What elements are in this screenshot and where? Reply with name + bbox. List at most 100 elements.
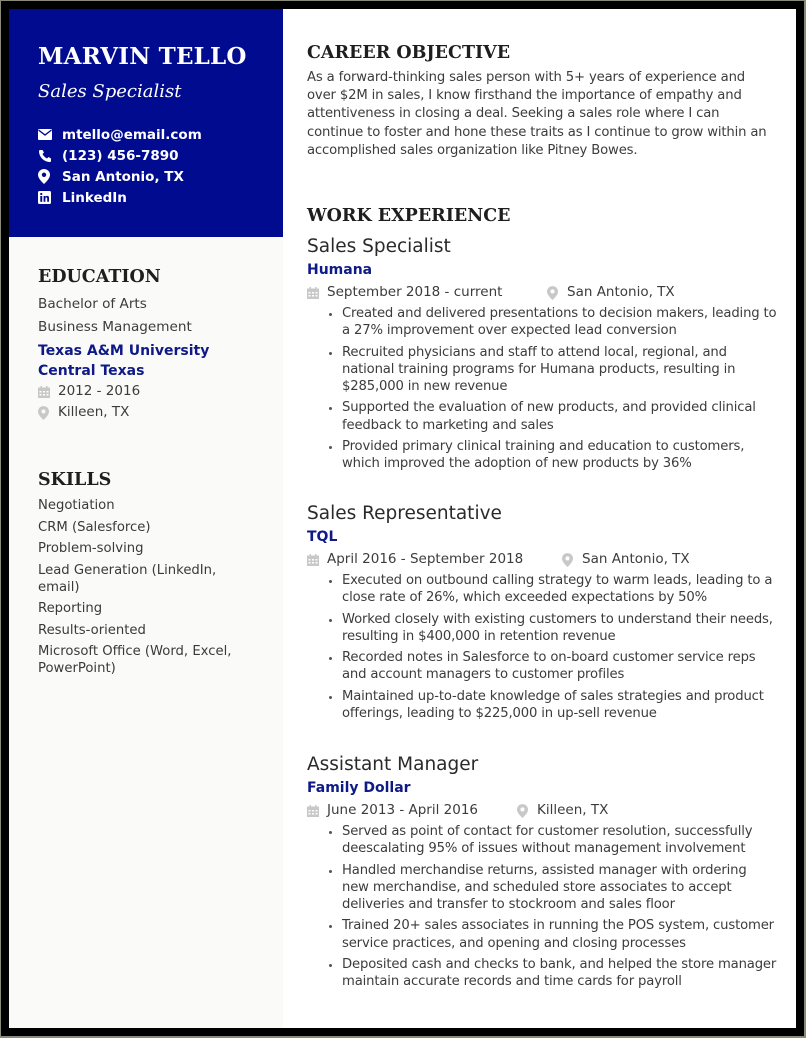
bullet-item: Recruited physicians and staff to attend… [307, 344, 777, 396]
bullet-dot [329, 407, 332, 411]
school-name-line2: Central Texas [38, 363, 145, 379]
bullet-item: Provided primary clinical training and e… [307, 438, 777, 473]
bullet-dot [329, 313, 332, 316]
contact-location: San Antonio, TX [38, 166, 283, 187]
phone-icon [38, 149, 62, 163]
skill-item: Lead Generation (LinkedIn, email) [38, 562, 217, 595]
job-dates: September 2018 - current [307, 282, 547, 303]
sidebar: MARVIN TELLO Sales Specialist mtello@ema… [9, 9, 283, 1028]
contact-location-text: San Antonio, TX [62, 168, 184, 185]
job-dates-text: April 2016 - September 2018 [327, 551, 524, 567]
education-heading: EDUCATION [38, 267, 161, 287]
bullet-text: Provided primary clinical training and e… [342, 439, 745, 472]
company-name: Family Dollar [307, 780, 411, 796]
bullet-dot [329, 869, 332, 873]
bullet-text: Handled merchandise returns, assisted ma… [342, 862, 747, 913]
job-meta: April 2016 - September 2018 San Antonio,… [307, 549, 777, 570]
job-dates: June 2013 - April 2016 [307, 800, 517, 821]
work-heading: WORK EXPERIENCE [307, 206, 511, 226]
map-pin-icon [38, 405, 58, 420]
bullet-item: Handled merchandise returns, assisted ma… [307, 862, 777, 914]
company-name: Humana [307, 262, 373, 278]
job-dates-text: September 2018 - current [327, 284, 503, 300]
education-dates-text: 2012 - 2016 [58, 383, 141, 399]
education-location: Killeen, TX [38, 402, 209, 423]
bullet-dot [329, 351, 332, 355]
job-location: San Antonio, TX [547, 282, 675, 303]
bullet-item: Supported the evaluation of new products… [307, 399, 777, 434]
resume-page: MARVIN TELLO Sales Specialist mtello@ema… [9, 9, 796, 1028]
job-title: Sales Specialist [307, 236, 451, 257]
bullet-text: Recorded notes in Salesforce to on-board… [342, 650, 756, 683]
bullet-dot [329, 695, 332, 699]
calendar-icon [307, 553, 327, 566]
bullet-item: Deposited cash and checks to bank, and h… [307, 956, 777, 991]
bullet-text: Executed on outbound calling strategy to… [342, 573, 773, 606]
bullet-text: Worked closely with existing customers t… [342, 611, 773, 644]
page-frame: MARVIN TELLO Sales Specialist mtello@ema… [1, 1, 804, 1036]
skill-item: Problem-solving [38, 541, 144, 556]
job-title: Assistant Manager [307, 754, 479, 775]
bullet-item: Worked closely with existing customers t… [307, 611, 777, 646]
bullet-text: Served as point of contact for customer … [342, 824, 753, 857]
skill-item: CRM (Salesforce) [38, 519, 151, 535]
bullet-dot [329, 657, 332, 661]
major: Business Management [38, 319, 192, 335]
bullet-text: Recruited physicians and staff to attend… [342, 344, 736, 395]
contact-list: mtello@email.com (123) 456-7890 San Anto… [38, 124, 283, 208]
education-location-text: Killeen, TX [58, 404, 130, 420]
bullet-text: Trained 20+ sales associates in running … [342, 918, 774, 951]
job-location: Killeen, TX [517, 800, 608, 821]
job-entry: Sales Specialist Humana September 2018 -… [307, 234, 777, 477]
contact-linkedin[interactable]: LinkedIn [38, 187, 283, 208]
bullet-item: Created and delivered presentations to d… [307, 305, 777, 340]
map-pin-icon [547, 285, 567, 300]
header-block: MARVIN TELLO Sales Specialist mtello@ema… [9, 9, 283, 237]
job-entry: Assistant Manager Family Dollar June 201… [307, 752, 777, 995]
job-location: San Antonio, TX [562, 549, 690, 570]
bullet-dot [329, 925, 332, 929]
skill-item: Results-oriented [38, 622, 146, 638]
job-location-text: Killeen, TX [537, 802, 609, 818]
skill-item: Reporting [38, 601, 103, 616]
candidate-name: MARVIN TELLO [38, 43, 247, 70]
contact-email-text: mtello@email.com [62, 126, 202, 143]
envelope-icon [38, 129, 62, 140]
map-pin-icon [562, 552, 582, 567]
map-pin-icon [517, 803, 537, 818]
education-section: EDUCATION Bachelor of Arts Business Mana… [38, 265, 209, 423]
bullet-dot [329, 446, 332, 450]
bullet-item: Trained 20+ sales associates in running … [307, 917, 777, 952]
bullet-text: Maintained up-to-date knowledge of sales… [342, 688, 764, 722]
job-location-text: San Antonio, TX [567, 284, 675, 300]
education-dates: 2012 - 2016 [38, 381, 209, 402]
job-bullets: Created and delivered presentations to d… [307, 305, 777, 473]
bullet-item: Executed on outbound calling strategy to… [307, 572, 777, 607]
contact-email[interactable]: mtello@email.com [38, 124, 283, 145]
bullet-item: Maintained up-to-date knowledge of sales… [307, 688, 777, 723]
linkedin-icon [38, 191, 62, 204]
bullet-text: Deposited cash and checks to bank, and h… [342, 957, 777, 990]
objective-text: As a forward-thinking sales person with … [307, 70, 767, 158]
job-location-text: San Antonio, TX [582, 551, 690, 567]
bullet-item: Served as point of contact for customer … [307, 823, 777, 858]
job-dates-text: June 2013 - April 2016 [327, 802, 479, 818]
job-title: Sales Representative [307, 503, 502, 524]
bullet-item: Recorded notes in Salesforce to on-board… [307, 649, 777, 684]
skills-heading: SKILLS [38, 470, 112, 490]
job-entry: Sales Representative TQL April 2016 - Se… [307, 501, 777, 726]
bullet-dot [329, 831, 332, 834]
bullet-text: Created and delivered presentations to d… [342, 306, 777, 339]
bullet-dot [329, 618, 332, 622]
calendar-icon [307, 804, 327, 817]
calendar-icon [38, 385, 58, 398]
job-meta: June 2013 - April 2016 Killeen, TX [307, 800, 777, 821]
job-bullets: Served as point of contact for customer … [307, 823, 777, 991]
bullet-dot [329, 580, 332, 583]
degree: Bachelor of Arts [38, 296, 147, 312]
bullet-text: Supported the evaluation of new products… [342, 400, 756, 433]
contact-phone[interactable]: (123) 456-7890 [38, 145, 283, 166]
bullet-dot [329, 964, 332, 968]
candidate-role: Sales Specialist [38, 81, 182, 102]
job-bullets: Executed on outbound calling strategy to… [307, 572, 777, 722]
